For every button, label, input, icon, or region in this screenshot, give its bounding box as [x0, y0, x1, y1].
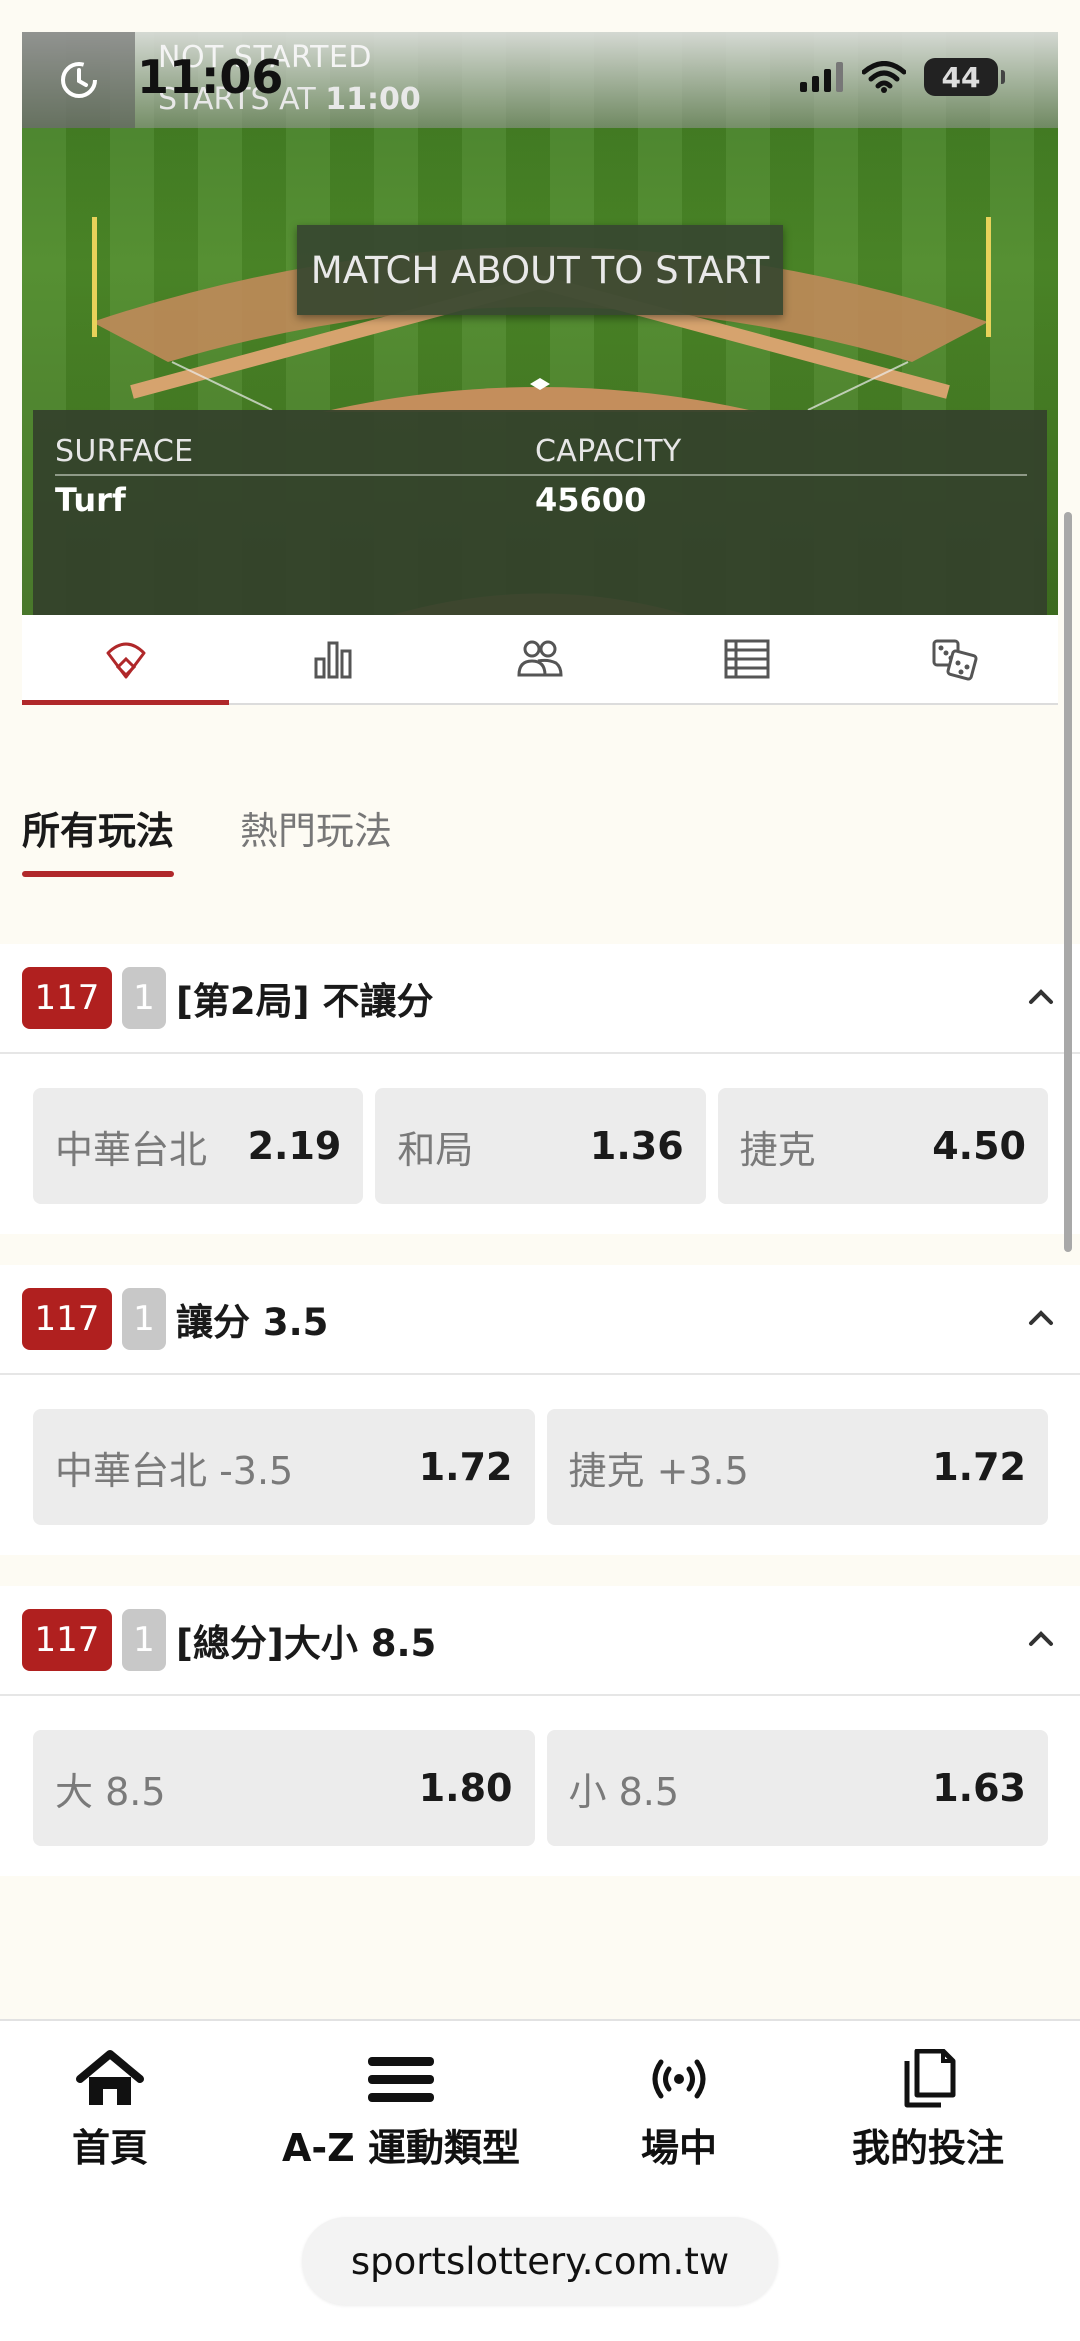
odds-button[interactable]: 捷克 4.50 [717, 1088, 1048, 1204]
market-header[interactable]: 117 1 [總分]大小 8.5 [0, 1586, 1080, 1696]
odds-selection: 捷克 [739, 1127, 816, 1172]
odds-row: 中華台北 -3.5 1.72 捷克 +3.5 1.72 [0, 1375, 1080, 1555]
odds-row: 大 8.5 1.80 小 8.5 1.63 [0, 1696, 1080, 1876]
nav-live[interactable]: 場中 [641, 2049, 717, 2172]
surface-value: Turf [55, 481, 126, 519]
odds-selection: 和局 [397, 1127, 474, 1172]
market-code-badge: 117 [22, 1288, 112, 1350]
market-header[interactable]: 117 1 讓分 3.5 [0, 1265, 1080, 1375]
dice-icon [932, 639, 978, 681]
wifi-icon [862, 61, 906, 93]
tab-popular-markets[interactable]: 熱門玩法 [240, 800, 392, 877]
live-broadcast-icon [652, 2059, 706, 2099]
market-section: 117 1 讓分 3.5 中華台北 -3.5 1.72 捷克 +3.5 1.72 [0, 1265, 1080, 1555]
nav-live-label: 場中 [641, 2126, 718, 2170]
market-period-badge: 1 [122, 1288, 166, 1350]
battery-icon: 44 [924, 58, 1005, 96]
market-section: 117 1 [第2局] 不讓分 中華台北 2.19 和局 1.36 捷克 4.50 [0, 944, 1080, 1234]
odds-price: 1.72 [932, 1445, 1026, 1489]
capacity-value: 45600 [535, 481, 647, 519]
odds-price: 4.50 [932, 1124, 1026, 1168]
nav-home[interactable]: 首頁 [72, 2049, 148, 2172]
status-time: 11:06 [137, 50, 284, 104]
market-period-badge: 1 [122, 967, 166, 1029]
nav-home-label: 首頁 [72, 2126, 149, 2170]
odds-price: 1.72 [418, 1445, 513, 1489]
bets-icon [904, 2049, 956, 2108]
nav-sports-az-label: A-Z 運動類型 [282, 2126, 520, 2170]
nav-sports-az[interactable]: A-Z 運動類型 [282, 2049, 520, 2172]
odds-button[interactable]: 中華台北 2.19 [33, 1088, 364, 1204]
chevron-up-icon[interactable] [1028, 1309, 1054, 1327]
odds-button[interactable]: 中華台北 -3.5 1.72 [33, 1409, 535, 1525]
market-title: [總分]大小 8.5 [176, 1622, 437, 1665]
capacity-label: CAPACITY [535, 434, 682, 469]
market-title: [第2局] 不讓分 [176, 980, 434, 1023]
chevron-up-icon[interactable] [1028, 988, 1054, 1006]
odds-button[interactable]: 和局 1.36 [375, 1088, 706, 1204]
odds-selection: 大 8.5 [55, 1769, 166, 1814]
match-hero: NOT STARTED STARTS AT 11:00 11:06 44 MAT… [22, 32, 1058, 615]
odds-selection: 小 8.5 [568, 1769, 680, 1814]
odds-price: 2.19 [247, 1124, 342, 1168]
home-icon [76, 2050, 144, 2105]
surface-label: SURFACE [55, 434, 194, 469]
odds-selection: 中華台北 [55, 1127, 208, 1172]
players-icon [517, 640, 563, 677]
surface-info: SURFACE Turf [55, 434, 193, 519]
tab-field[interactable] [22, 615, 230, 705]
vertical-scrollbar[interactable] [1064, 512, 1072, 1252]
baseball-field-icon [106, 642, 146, 679]
status-bar: NOT STARTED STARTS AT 11:00 11:06 44 [22, 32, 1058, 128]
menu-icon [367, 2057, 434, 2102]
odds-button[interactable]: 捷克 +3.5 1.72 [546, 1409, 1048, 1525]
starts-at-time: 11:00 [325, 82, 421, 117]
bar-chart-icon [314, 641, 352, 679]
odds-price: 1.63 [932, 1766, 1026, 1810]
lineup-list-icon [724, 639, 770, 679]
clock-icon [22, 32, 135, 128]
market-code-badge: 117 [22, 1609, 112, 1671]
market-code-badge: 117 [22, 967, 112, 1029]
odds-price: 1.36 [589, 1124, 684, 1168]
signal-icon [800, 62, 843, 92]
system-icons: 44 [800, 58, 1005, 96]
tab-all-markets[interactable]: 所有玩法 [22, 800, 175, 877]
market-section: 117 1 [總分]大小 8.5 大 8.5 1.80 小 8.5 1.63 [0, 1586, 1080, 1876]
market-period-badge: 1 [122, 1609, 166, 1671]
market-header[interactable]: 117 1 [第2局] 不讓分 [0, 944, 1080, 1054]
tab-lineup[interactable] [644, 615, 851, 703]
capacity-info: CAPACITY 45600 [535, 434, 681, 519]
tab-dice[interactable] [851, 615, 1058, 703]
tab-players[interactable] [436, 615, 643, 703]
venue-info-panel: SURFACE Turf CAPACITY 45600 [33, 410, 1047, 615]
odds-button[interactable]: 小 8.5 1.63 [546, 1730, 1048, 1846]
odds-button[interactable]: 大 8.5 1.80 [33, 1730, 535, 1846]
tab-stats[interactable] [229, 615, 436, 703]
odds-price: 1.80 [418, 1766, 513, 1810]
browser-url-bar[interactable]: sportslottery.com.tw [302, 2217, 778, 2305]
chevron-up-icon[interactable] [1028, 1630, 1054, 1648]
odds-row: 中華台北 2.19 和局 1.36 捷克 4.50 [0, 1054, 1080, 1234]
nav-my-bets[interactable]: 我的投注 [852, 2049, 1004, 2172]
match-icon-tabs [22, 615, 1058, 705]
market-filter-tabs: 所有玩法 熱門玩法 [22, 800, 392, 877]
match-about-to-start-banner: MATCH ABOUT TO START [297, 225, 783, 315]
odds-selection: 捷克 +3.5 [568, 1448, 749, 1493]
market-title: 讓分 3.5 [176, 1301, 329, 1344]
nav-my-bets-label: 我的投注 [852, 2126, 1005, 2170]
odds-selection: 中華台北 -3.5 [55, 1448, 294, 1493]
